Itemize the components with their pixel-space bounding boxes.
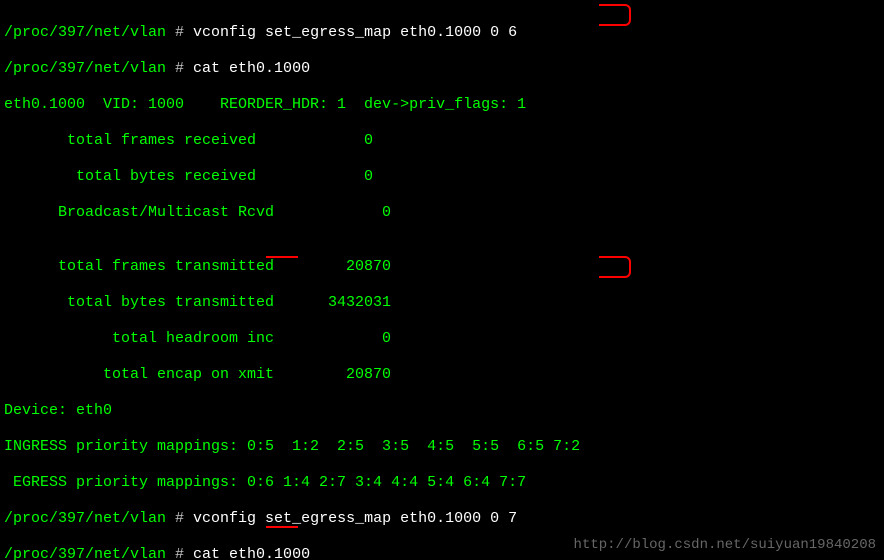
stat-rx-frames: total frames received 0 [4,132,880,150]
prompt-path: /proc/397/net/vlan [4,60,166,77]
vlan-header: eth0.1000 VID: 1000 REORDER_HDR: 1 dev->… [4,96,880,114]
cmd-cat-1: cat eth0.1000 [193,60,310,77]
hash: # [166,24,193,41]
prompt-path: /proc/397/net/vlan [4,510,166,527]
cmd-vconfig-6: vconfig set_egress_map eth0.1000 0 6 [193,24,517,41]
stat-headroom: total headroom inc 0 [4,330,880,348]
cmd-cat-2: cat eth0.1000 [193,546,310,560]
stat-encap: total encap on xmit 20870 [4,366,880,384]
device-line: Device: eth0 [4,402,880,420]
stat-bcast: Broadcast/Multicast Rcvd 0 [4,204,880,222]
egress-map-1: EGRESS priority mappings: 0:6 1:4 2:7 3:… [4,474,880,492]
hash: # [166,510,193,527]
stat-rx-bytes: total bytes received 0 [4,168,880,186]
cmd-vconfig-7: vconfig set_egress_map eth0.1000 0 7 [193,510,517,527]
prompt-path: /proc/397/net/vlan [4,24,166,41]
hash: # [166,60,193,77]
ingress-map-1: INGRESS priority mappings: 0:5 1:2 2:5 3… [4,438,880,456]
watermark: http://blog.csdn.net/suiyuan19840208 [574,536,876,554]
terminal-output: /proc/397/net/vlan # vconfig set_egress_… [0,0,884,560]
stat-tx-bytes: total bytes transmitted 3432031 [4,294,880,312]
stat-tx-frames: total frames transmitted 20870 [4,258,880,276]
prompt-path: /proc/397/net/vlan [4,546,166,560]
hash: # [166,546,193,560]
